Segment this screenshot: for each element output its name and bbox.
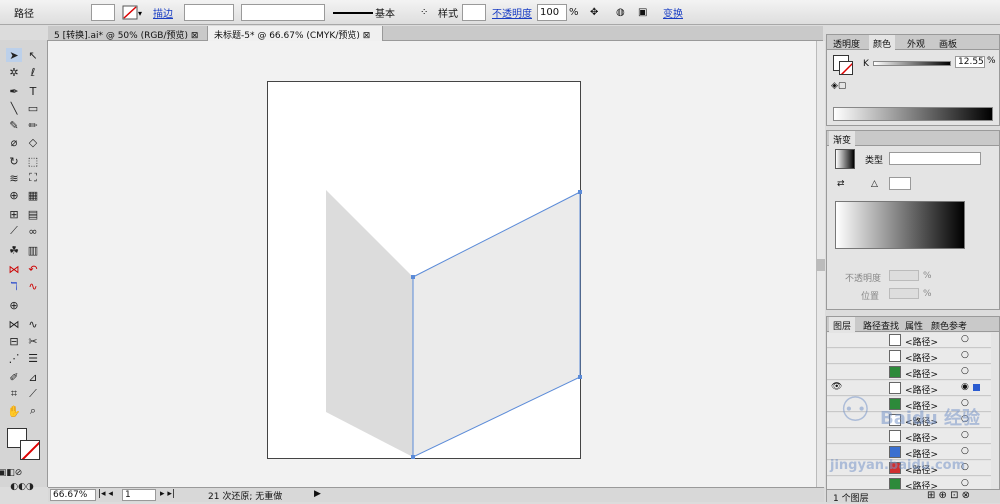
watermark-logo: ⚇ xyxy=(840,390,871,430)
k-unit: % xyxy=(987,56,996,66)
page-field[interactable]: 1 xyxy=(122,489,156,501)
layer-thumbnail xyxy=(889,382,901,394)
watermark-url: jingyan.baidu.com xyxy=(830,458,966,473)
layer-name: <路径> xyxy=(905,386,939,396)
gradient-opacity-field[interactable] xyxy=(889,270,919,281)
layer-name: <路径> xyxy=(905,338,939,348)
status-message: 21 次还原; 无重做 xyxy=(208,492,283,502)
no-stroke-icon xyxy=(840,62,852,74)
target-icon[interactable]: ○ xyxy=(961,430,969,440)
channel-label: K xyxy=(863,59,869,69)
anchor-point[interactable] xyxy=(411,275,415,279)
angle-icon: △ xyxy=(871,179,878,189)
color-panel: 透明度 颜色 外观 画板 K 12.55 % ◈▢ xyxy=(826,34,1000,126)
anchor-point[interactable] xyxy=(578,190,582,194)
tab-color-guide[interactable]: 颜色参考 xyxy=(927,317,971,332)
tab-layers[interactable]: 图层 xyxy=(829,317,856,332)
next-page-icon[interactable]: ▸ ▸| xyxy=(160,489,175,499)
tab-color[interactable]: 颜色 xyxy=(869,35,896,50)
anchor-point[interactable] xyxy=(578,375,582,379)
k-slider[interactable] xyxy=(873,61,951,66)
layer-thumbnail xyxy=(889,334,901,346)
layer-thumbnail xyxy=(889,446,901,458)
anchor-point[interactable] xyxy=(411,455,415,459)
layer-thumbnail xyxy=(889,366,901,378)
type-select[interactable] xyxy=(889,152,981,165)
layer-row[interactable]: <路径> ○ xyxy=(827,365,991,380)
layer-row[interactable]: <路径> ○ xyxy=(827,429,991,444)
layer-row[interactable]: <路径> ○ xyxy=(827,333,991,348)
reverse-gradient-icon[interactable]: ⇄ xyxy=(837,179,845,189)
layer-name: <路径> xyxy=(905,370,939,380)
tab-transparency[interactable]: 透明度 xyxy=(829,35,864,50)
layer-row[interactable]: <路径> ○ xyxy=(827,349,991,364)
k-value-field[interactable]: 12.55 xyxy=(955,56,985,68)
zoom-field[interactable]: 66.67% xyxy=(50,489,96,501)
layer-name: <路径> xyxy=(905,354,939,364)
watermark-brand: Baidu 经验 xyxy=(880,408,981,429)
cube-icon[interactable]: ◈▢ xyxy=(831,81,846,91)
layer-thumbnail xyxy=(889,430,901,442)
gradient-slider[interactable] xyxy=(835,201,965,249)
layers-footer-icons[interactable]: ⊞ ⊕ ⊡ ⊗ xyxy=(927,490,970,501)
tab-gradient[interactable]: 渐变 xyxy=(829,131,856,146)
selection-indicator xyxy=(973,384,980,391)
gradient-opacity-label: 不透明度 xyxy=(845,274,882,284)
first-page-icon[interactable]: |◂ ◂ xyxy=(98,489,113,499)
vertical-scrollbar[interactable] xyxy=(816,41,825,487)
stroke-color-swatch[interactable] xyxy=(839,61,853,75)
target-icon[interactable]: ○ xyxy=(961,446,969,456)
status-bar: 66.67% |◂ ◂ 1 ▸ ▸| 21 次还原; 无重做 ▶ xyxy=(48,487,824,502)
layer-count: 1 个图层 xyxy=(833,494,869,504)
location-label: 位置 xyxy=(861,292,880,302)
type-label: 类型 xyxy=(865,156,884,166)
gradient-panel: 渐变 类型 ⇄ △ 不透明度 % 位置 % xyxy=(826,130,1000,310)
target-icon[interactable]: ○ xyxy=(961,334,969,344)
color-spectrum[interactable] xyxy=(833,107,993,121)
layer-thumbnail xyxy=(889,350,901,362)
target-icon[interactable]: ◉ xyxy=(961,382,969,392)
target-icon[interactable]: ○ xyxy=(961,350,969,360)
tab-appearance[interactable]: 外观 xyxy=(903,35,929,50)
layer-name: <路径> xyxy=(905,434,939,444)
gradient-swatch[interactable] xyxy=(835,149,855,169)
target-icon[interactable]: ○ xyxy=(961,478,969,488)
angle-field[interactable] xyxy=(889,177,911,190)
status-menu-icon[interactable]: ▶ xyxy=(314,489,321,499)
tab-artboards[interactable]: 画板 xyxy=(935,35,961,50)
tab-pathfinder[interactable]: 路径查找 xyxy=(859,317,903,332)
target-icon[interactable]: ○ xyxy=(961,366,969,376)
layers-footer: 1 个图层 ⊞ ⊕ ⊡ ⊗ xyxy=(827,489,1000,504)
gradient-opacity-unit: % xyxy=(923,271,932,281)
location-field[interactable] xyxy=(889,288,919,299)
location-unit: % xyxy=(923,289,932,299)
tab-attributes[interactable]: 属性 xyxy=(901,317,927,332)
left-fold-shape[interactable] xyxy=(326,190,413,457)
